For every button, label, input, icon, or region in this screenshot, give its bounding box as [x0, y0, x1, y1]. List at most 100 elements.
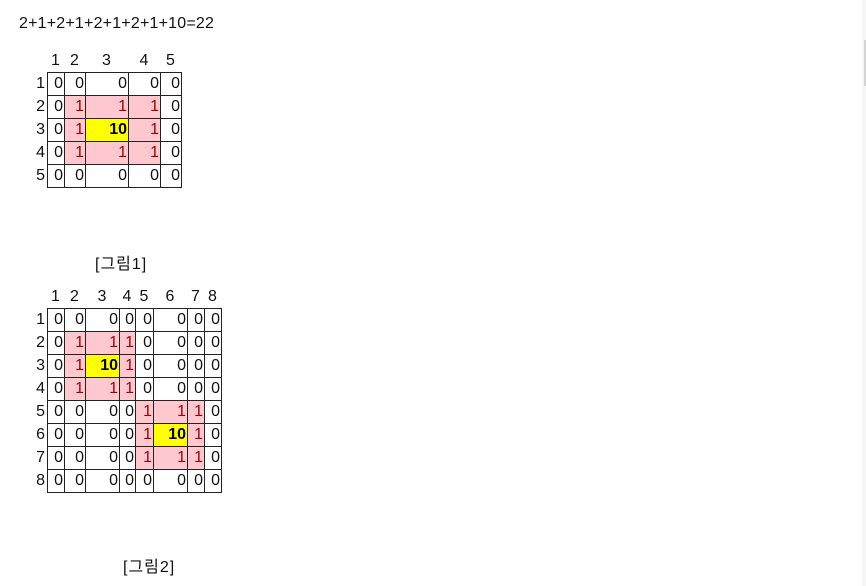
grid-cell[interactable]: 0 [187, 469, 205, 493]
grid-cell[interactable]: 0 [135, 377, 154, 401]
highlighted-cell[interactable]: 1 [64, 118, 86, 142]
grid-cell[interactable]: 0 [135, 354, 154, 378]
grid-cell[interactable]: 0 [153, 308, 188, 332]
grid-cell[interactable]: 0 [47, 469, 65, 493]
grid-cell[interactable]: 0 [160, 95, 182, 119]
grid-cell[interactable]: 0 [47, 354, 65, 378]
grid-cell[interactable]: 0 [64, 446, 86, 470]
highlighted-cell[interactable]: 1 [85, 95, 129, 119]
grid-cell[interactable]: 0 [187, 331, 205, 355]
grid-cell[interactable]: 0 [47, 331, 65, 355]
grid-cell[interactable]: 0 [204, 423, 222, 447]
grid-cell[interactable]: 0 [187, 308, 205, 332]
highlighted-cell[interactable]: 1 [135, 423, 154, 447]
grid-cell[interactable]: 0 [160, 164, 182, 188]
highlighted-cell[interactable]: 1 [187, 400, 205, 424]
grid-cell[interactable]: 0 [64, 423, 86, 447]
grid-cell[interactable]: 0 [204, 331, 222, 355]
grid-cell[interactable]: 0 [204, 377, 222, 401]
grid-cell[interactable]: 0 [128, 72, 161, 96]
grid-cell[interactable]: 0 [64, 308, 86, 332]
highlighted-cell[interactable]: 1 [64, 331, 86, 355]
grid-cell[interactable]: 0 [85, 469, 120, 493]
grid-cell[interactable]: 0 [204, 446, 222, 470]
highlighted-cell[interactable]: 1 [119, 354, 136, 378]
grid-cell[interactable]: 0 [64, 164, 86, 188]
highlighted-cell[interactable]: 1 [119, 331, 136, 355]
grid-cell[interactable]: 0 [85, 72, 129, 96]
highlighted-cell[interactable]: 1 [64, 354, 86, 378]
highlighted-cell[interactable]: 1 [153, 446, 188, 470]
highlighted-cell[interactable]: 1 [119, 377, 136, 401]
grid-cell[interactable]: 0 [47, 400, 65, 424]
grid-cell[interactable]: 0 [47, 308, 65, 332]
grid-cell[interactable]: 0 [47, 72, 65, 96]
grid-cell[interactable]: 0 [187, 354, 205, 378]
grid-cell[interactable]: 0 [85, 164, 129, 188]
row-header: 7 [36, 449, 45, 466]
grid-cell[interactable]: 0 [119, 423, 136, 447]
highlighted-cell[interactable]: 1 [153, 400, 188, 424]
grid-cell[interactable]: 0 [160, 72, 182, 96]
grid-cell[interactable]: 0 [119, 400, 136, 424]
center-cell[interactable]: 10 [85, 354, 120, 378]
highlighted-cell[interactable]: 1 [128, 118, 161, 142]
grid-cell[interactable]: 0 [135, 308, 154, 332]
vertical-scrollbar[interactable] [862, 0, 866, 586]
highlighted-cell[interactable]: 1 [128, 141, 161, 165]
grid-cell[interactable]: 0 [128, 164, 161, 188]
grid-cell[interactable]: 0 [47, 377, 65, 401]
highlighted-cell[interactable]: 1 [64, 141, 86, 165]
highlighted-cell[interactable]: 1 [64, 95, 86, 119]
grid-cell[interactable]: 0 [153, 331, 188, 355]
highlighted-cell[interactable]: 1 [187, 423, 205, 447]
grid-cell[interactable]: 0 [47, 423, 65, 447]
grid-cell[interactable]: 0 [153, 377, 188, 401]
grid-cell[interactable]: 0 [64, 469, 86, 493]
grid-cell[interactable]: 0 [64, 72, 86, 96]
grid-cell[interactable]: 0 [153, 354, 188, 378]
grid-cell[interactable]: 0 [204, 469, 222, 493]
highlighted-cell[interactable]: 1 [85, 377, 120, 401]
highlighted-cell[interactable]: 1 [135, 446, 154, 470]
highlighted-cell[interactable]: 1 [64, 377, 86, 401]
grid-cell[interactable]: 0 [85, 308, 120, 332]
highlighted-cell[interactable]: 1 [128, 95, 161, 119]
grid-cell[interactable]: 0 [119, 469, 136, 493]
highlighted-cell[interactable]: 1 [135, 400, 154, 424]
highlighted-cell[interactable]: 1 [187, 446, 205, 470]
center-cell[interactable]: 10 [85, 118, 129, 142]
grid-cell[interactable]: 0 [204, 354, 222, 378]
center-cell[interactable]: 10 [153, 423, 188, 447]
grid-row: 00000 [47, 164, 182, 188]
grid-cell[interactable]: 0 [47, 164, 65, 188]
grid-cell[interactable]: 0 [85, 400, 120, 424]
grid-cell[interactable]: 0 [119, 308, 136, 332]
grid-row: 01110000 [47, 377, 222, 401]
grid-cell[interactable]: 0 [160, 141, 182, 165]
grid-cell[interactable]: 0 [85, 423, 120, 447]
grid-cell[interactable]: 0 [47, 95, 65, 119]
grid-cell[interactable]: 0 [64, 400, 86, 424]
grid-cell[interactable]: 0 [47, 118, 65, 142]
grid-row: 01110 [47, 95, 182, 119]
grid-cell[interactable]: 0 [204, 400, 222, 424]
highlighted-cell[interactable]: 1 [85, 331, 120, 355]
grid-cell[interactable]: 0 [160, 118, 182, 142]
grid-cell[interactable]: 0 [47, 141, 65, 165]
grid-cell[interactable]: 0 [187, 377, 205, 401]
grid-cell[interactable]: 0 [153, 469, 188, 493]
equation-text: 2+1+2+1+2+1+2+1+10=22 [19, 15, 215, 32]
highlighted-cell[interactable]: 1 [85, 141, 129, 165]
grid-cell[interactable]: 0 [204, 308, 222, 332]
grid-cell[interactable]: 0 [135, 331, 154, 355]
column-header: 4 [122, 288, 132, 305]
grid-cell[interactable]: 0 [135, 469, 154, 493]
row-header: 6 [36, 426, 45, 443]
grid-cell[interactable]: 0 [47, 446, 65, 470]
grid-row: 01110 [47, 141, 182, 165]
grid-cell[interactable]: 0 [119, 446, 136, 470]
column-header: 7 [191, 288, 200, 305]
row-header: 5 [36, 167, 45, 184]
grid-cell[interactable]: 0 [85, 446, 120, 470]
